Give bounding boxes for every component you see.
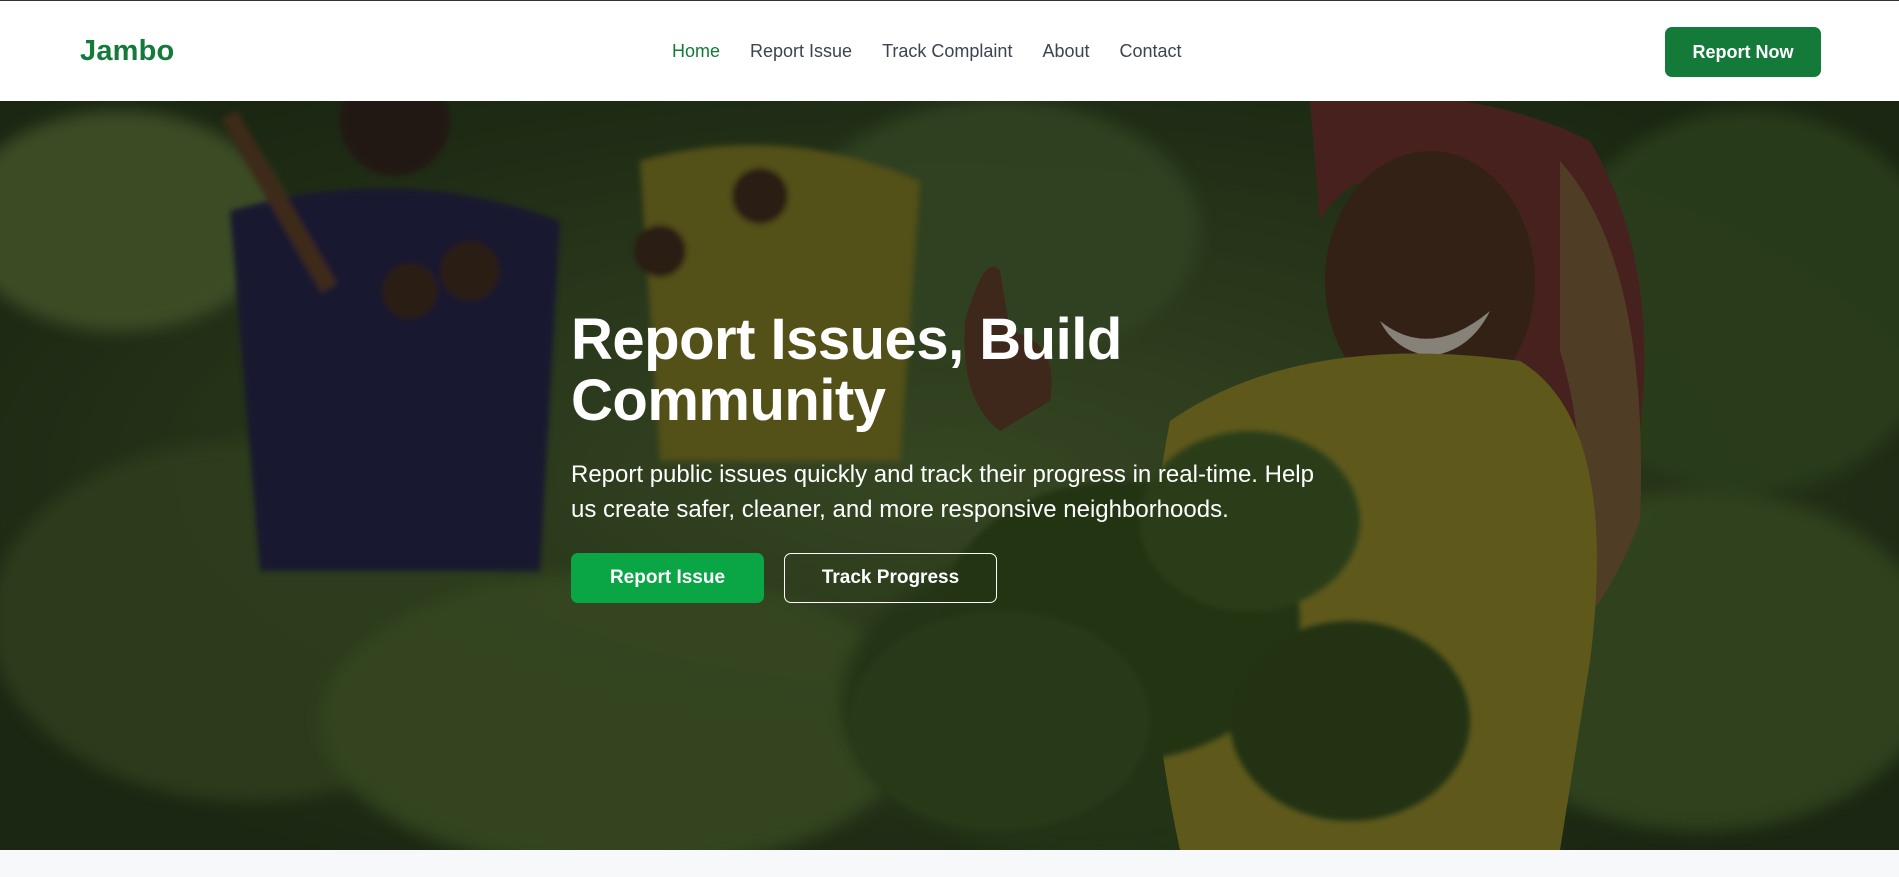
hero-button-group: Report Issue Track Progress bbox=[571, 553, 1331, 603]
nav-track-complaint[interactable]: Track Complaint bbox=[882, 41, 1012, 62]
nav-report-issue[interactable]: Report Issue bbox=[750, 41, 852, 62]
hero-title: Report Issues, Build Community bbox=[571, 307, 1122, 433]
top-navbar: Jambo Home Report Issue Track Complaint … bbox=[0, 0, 1899, 101]
track-progress-button[interactable]: Track Progress bbox=[784, 553, 997, 603]
brand-logo[interactable]: Jambo bbox=[80, 35, 174, 68]
nav-contact[interactable]: Contact bbox=[1120, 41, 1182, 62]
main-nav: Home Report Issue Track Complaint About … bbox=[672, 41, 1212, 62]
nav-home[interactable]: Home bbox=[672, 41, 720, 62]
next-section bbox=[0, 850, 1899, 877]
nav-about[interactable]: About bbox=[1042, 41, 1089, 62]
hero-section: Report Issues, Build Community Report pu… bbox=[0, 101, 1899, 850]
report-issue-button[interactable]: Report Issue bbox=[571, 553, 764, 603]
report-now-button[interactable]: Report Now bbox=[1665, 27, 1821, 77]
hero-subtitle: Report public issues quickly and track t… bbox=[571, 461, 1314, 523]
hero-content: Report Issues, Build Community Report pu… bbox=[571, 309, 1331, 603]
